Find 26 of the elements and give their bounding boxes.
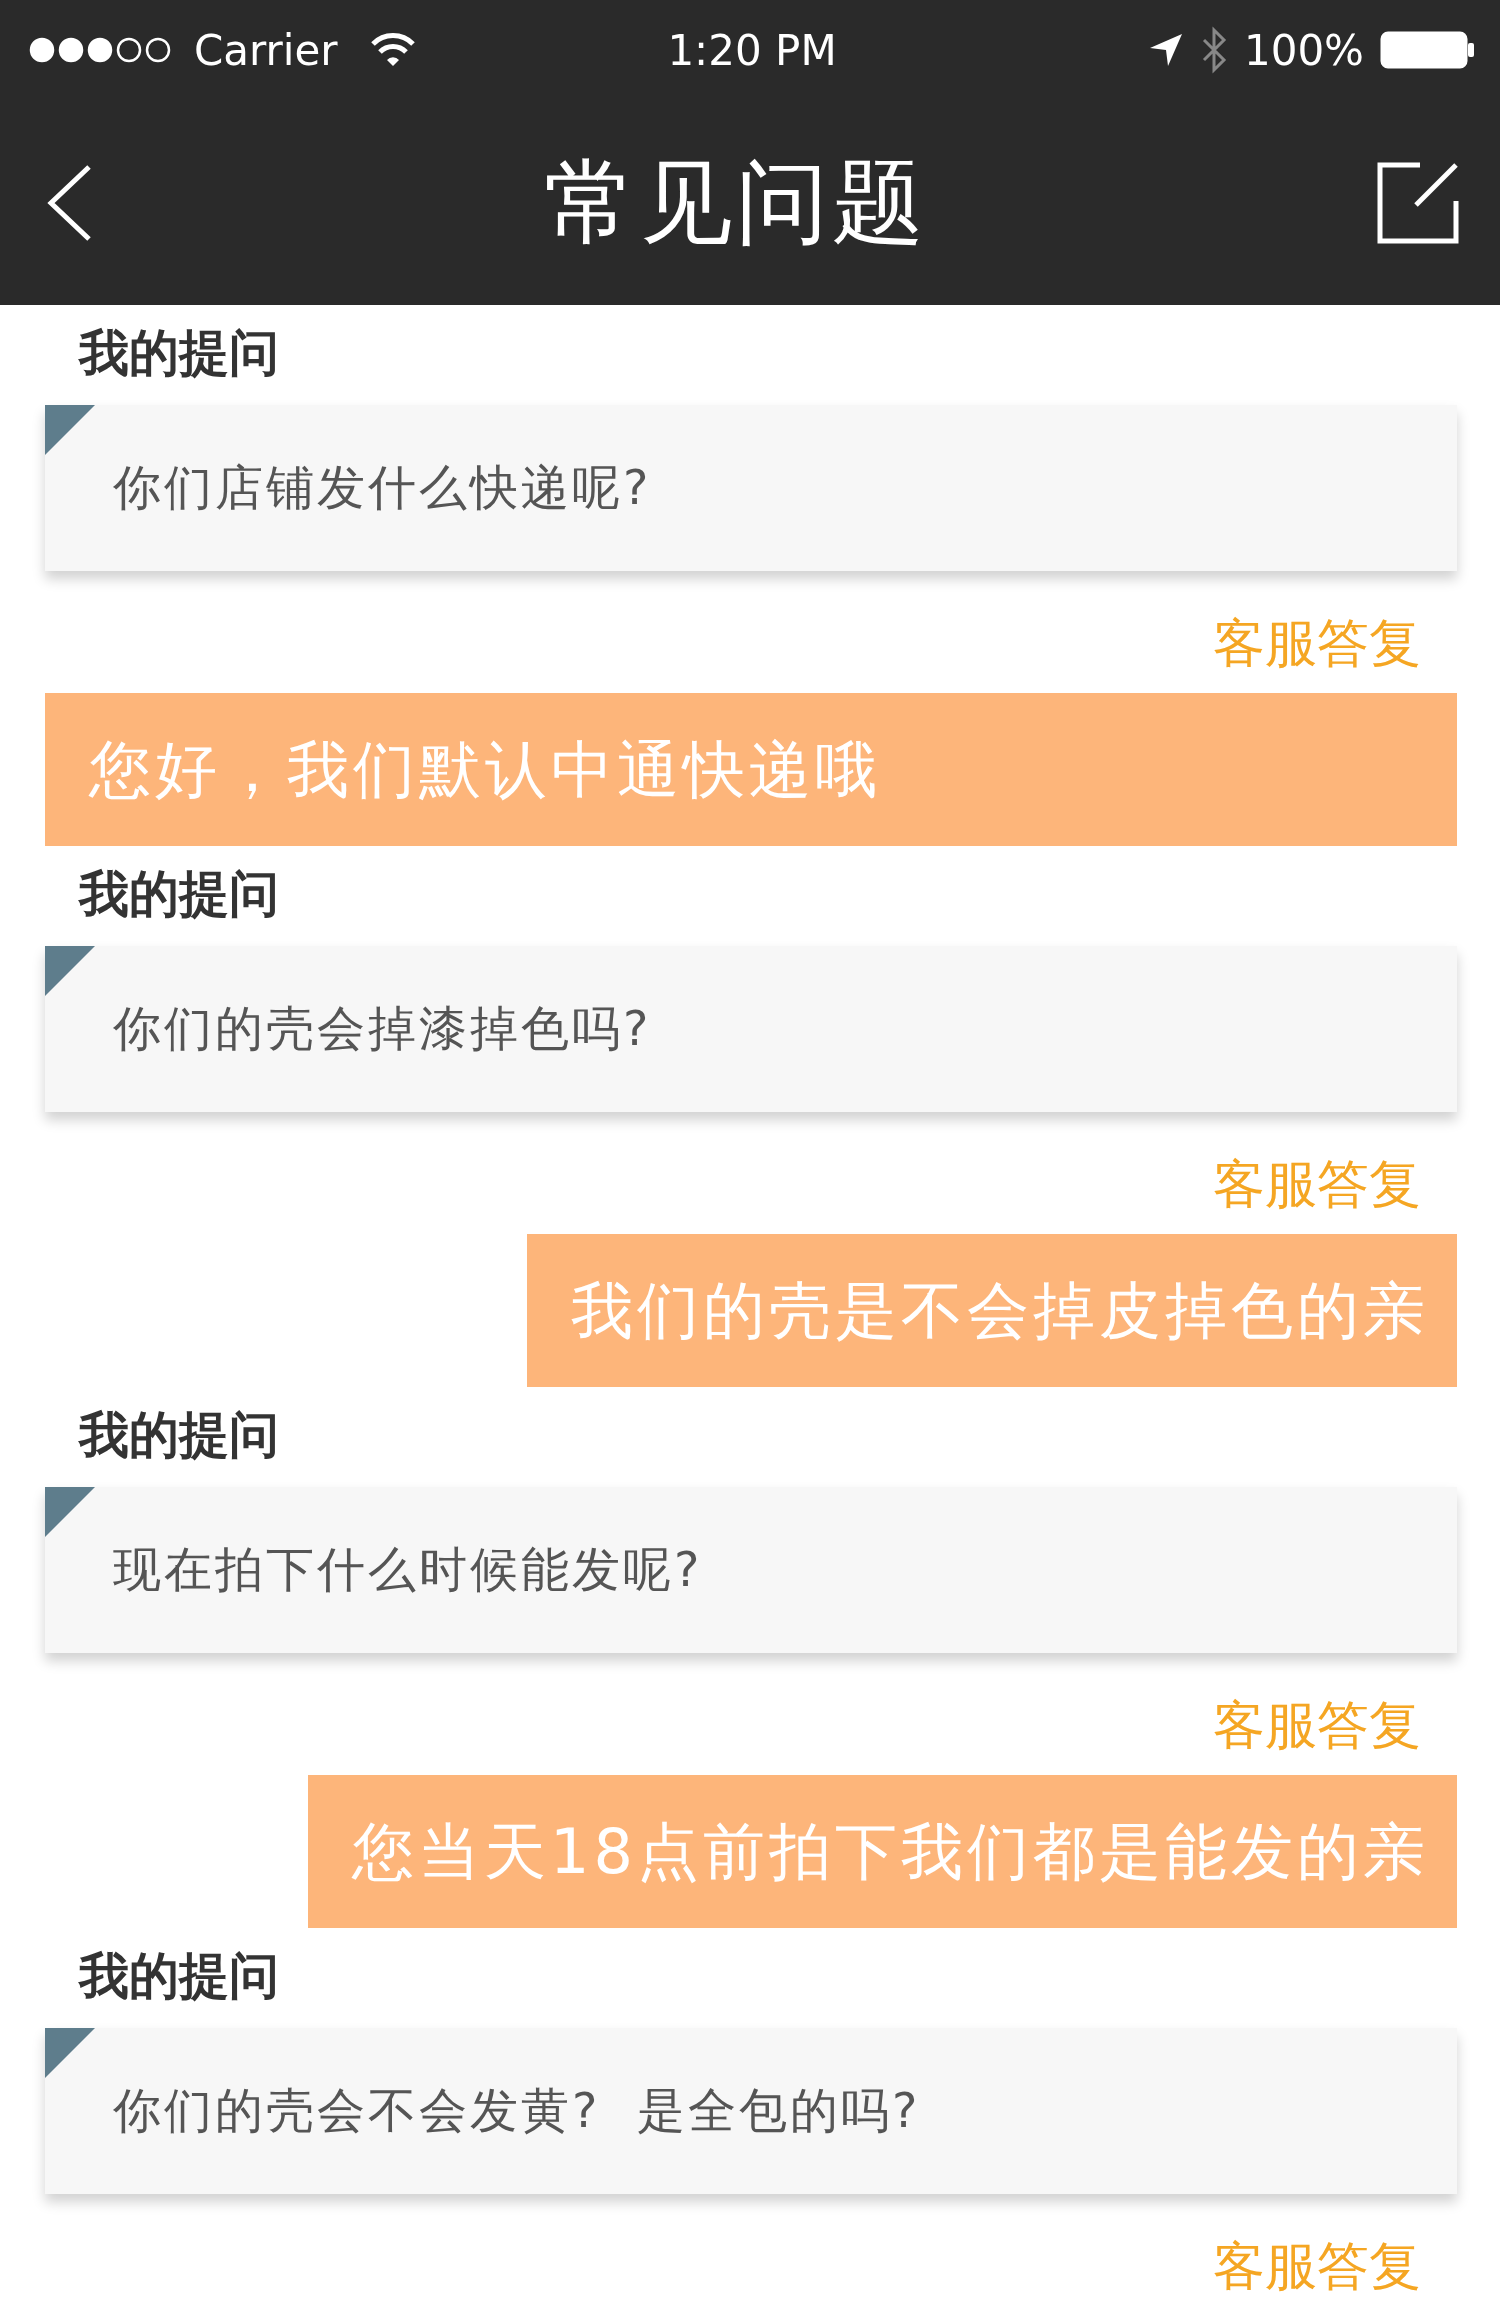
question-text: 你们店铺发什么快递呢? [113, 458, 652, 517]
question-text: 现在拍下什么时候能发呢? [113, 1540, 703, 1599]
question-label: 我的提问 [79, 323, 280, 383]
reply-label: 客服答复 [1213, 613, 1421, 673]
battery-icon [1380, 31, 1476, 69]
compose-icon[interactable] [1376, 160, 1460, 245]
corner-mark [45, 1487, 95, 1537]
corner-mark [45, 2028, 95, 2078]
question-text: 你们的壳会掉漆掉色吗? [113, 999, 652, 1058]
battery-text: 100% [1243, 25, 1364, 75]
answer-bubble: 您好，我们默认中通快递哦 [45, 693, 1457, 846]
answer-bubble: 我们的壳是不会掉皮掉色的亲 [527, 1234, 1457, 1387]
question-text: 你们的壳会不会发黄? 是全包的吗? [113, 2081, 921, 2140]
reply-label: 客服答复 [1213, 1154, 1421, 1214]
answer-bubble: 您当天18点前拍下我们都是能发的亲 [308, 1775, 1457, 1928]
corner-mark [45, 405, 95, 455]
reply-label: 客服答复 [1213, 1695, 1421, 1755]
carrier-text: Carrier [194, 25, 338, 75]
question-label: 我的提问 [79, 1405, 280, 1465]
page-title: 常见问题 [543, 147, 928, 258]
reply-label: 客服答复 [1213, 2236, 1421, 2296]
corner-mark [45, 946, 95, 996]
question-label: 我的提问 [79, 864, 280, 924]
status-time: 1:20 PM [666, 25, 838, 75]
question-label: 我的提问 [79, 1946, 280, 2006]
wifi-icon [369, 32, 416, 68]
